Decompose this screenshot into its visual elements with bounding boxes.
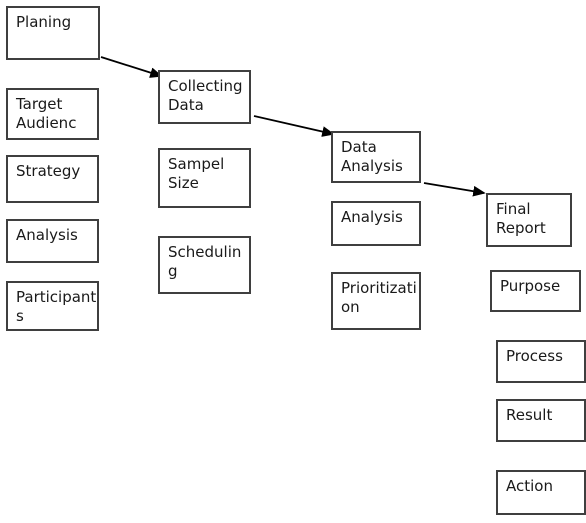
node-label: Target Audienc (16, 95, 77, 133)
node-collecting-data[interactable]: Collecting Data (158, 70, 251, 124)
node-label: Strategy (16, 162, 81, 180)
node-final-report[interactable]: Final Report (486, 193, 572, 247)
node-label: Participants (16, 288, 97, 326)
node-label: Action (506, 477, 553, 495)
node-data-analysis[interactable]: Data Analysis (331, 131, 421, 183)
diagram-canvas: Planing Target Audienc Strategy Analysis Par… (0, 0, 586, 523)
node-prioritization[interactable]: Prioritization (331, 272, 421, 330)
node-process[interactable]: Process (496, 340, 586, 383)
node-result[interactable]: Result (496, 399, 586, 442)
node-analysis-mid[interactable]: Analysis (331, 201, 421, 246)
node-label: Analysis (341, 208, 403, 226)
node-analysis-left[interactable]: Analysis (6, 219, 99, 263)
node-label: Final Report (496, 200, 546, 238)
node-target-audienc[interactable]: Target Audienc (6, 88, 99, 140)
node-label: Collecting Data (168, 77, 243, 115)
node-label: Data Analysis (341, 138, 403, 176)
node-label: Process (506, 347, 563, 365)
node-strategy[interactable]: Strategy (6, 155, 99, 203)
node-participants[interactable]: Participants (6, 281, 99, 331)
connector-data-analysis-to-final-report (423, 182, 486, 197)
node-label: Analysis (16, 226, 78, 244)
node-purpose[interactable]: Purpose (490, 270, 581, 312)
node-scheduling[interactable]: Scheduling (158, 236, 251, 294)
node-action[interactable]: Action (496, 470, 586, 515)
node-planing[interactable]: Planing (6, 6, 100, 60)
node-sampel-size[interactable]: Sampel Size (158, 148, 251, 208)
node-label: Scheduling (168, 243, 242, 281)
connector-planing-to-collecting-data (100, 56, 163, 78)
node-label: Purpose (500, 277, 561, 295)
node-label: Planing (16, 13, 72, 31)
node-label: Sampel Size (168, 155, 225, 193)
node-label: Prioritization (341, 279, 417, 317)
node-label: Result (506, 406, 553, 424)
connector-collecting-data-to-data-analysis (253, 115, 335, 137)
